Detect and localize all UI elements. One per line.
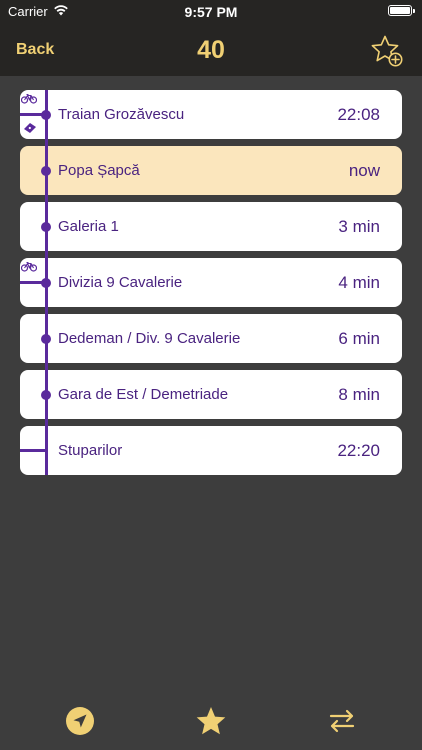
stop-name: Gara de Est / Demetriade (58, 386, 229, 403)
stop-row[interactable]: Dedeman / Div. 9 Cavalerie 6 min (20, 314, 402, 363)
route-title: 40 (197, 36, 225, 64)
route-connector (20, 449, 48, 452)
stop-eta: 4 min (338, 273, 380, 292)
stop-name: Galeria 1 (58, 218, 119, 235)
route-stop-dot (41, 110, 51, 120)
bike-icon (21, 93, 37, 104)
stop-name: Traian Grozăvescu (58, 106, 185, 123)
stop-eta: 22:08 (337, 105, 380, 124)
stop-eta: 22:20 (337, 441, 380, 460)
stop-row[interactable]: Traian Grozăvescu 22:08 (20, 90, 402, 139)
status-bar: Carrier 9:57 PM (0, 0, 422, 22)
stop-row-current[interactable]: Popa Șapcă now (20, 146, 402, 195)
bike-icon (21, 261, 37, 272)
stop-name: Popa Șapcă (58, 162, 140, 179)
battery-icon (388, 5, 415, 16)
stop-eta: 3 min (338, 217, 380, 236)
location-arrow-icon[interactable] (64, 705, 96, 737)
tab-bar (0, 693, 422, 750)
stop-row[interactable]: Divizia 9 Cavalerie 4 min (20, 258, 402, 307)
status-time: 9:57 PM (184, 4, 238, 20)
stop-eta: 8 min (338, 385, 380, 404)
stop-eta: now (348, 161, 380, 180)
swap-direction-icon[interactable] (326, 705, 358, 737)
star-add-icon[interactable] (370, 34, 404, 68)
stop-eta: 6 min (338, 329, 380, 348)
stop-row[interactable]: Gara de Est / Demetriade 8 min (20, 370, 402, 419)
route-stop-dot (41, 278, 51, 288)
star-icon[interactable] (195, 705, 227, 737)
stop-row[interactable]: Galeria 1 3 min (20, 202, 402, 251)
stop-name: Stuparilor (58, 442, 123, 459)
stop-name: Divizia 9 Cavalerie (58, 274, 183, 291)
top-bar: Carrier 9:57 PM Back 40 (0, 0, 422, 76)
stop-name: Dedeman / Div. 9 Cavalerie (58, 330, 241, 347)
ticket-icon (24, 123, 36, 133)
stop-row[interactable]: Stuparilor 22:20 (20, 426, 402, 475)
